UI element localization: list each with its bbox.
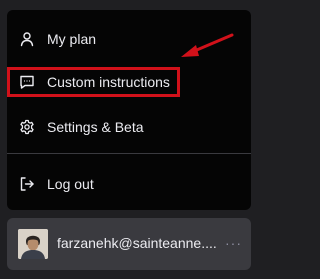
user-email: farzanehk@sainteanne.... [57,235,217,251]
menu-item-settings-beta[interactable]: Settings & Beta [7,107,251,147]
menu-item-log-out[interactable]: Log out [7,164,251,204]
log-out-icon [19,176,35,192]
menu-item-custom-instructions[interactable]: Custom instructions [7,62,251,102]
account-menu-screenshot: My plan Custom instructions Settings & B… [0,0,261,279]
account-menu: My plan Custom instructions Settings & B… [7,10,251,210]
menu-item-my-plan[interactable]: My plan [7,19,251,59]
menu-item-label: Custom instructions [47,74,170,90]
menu-item-label: Log out [47,176,94,192]
menu-divider [7,153,251,154]
avatar [18,229,48,259]
menu-item-label: Settings & Beta [47,119,144,135]
message-square-icon [19,74,35,90]
more-options-icon[interactable]: ··· [225,234,242,252]
user-icon [19,31,35,47]
menu-item-label: My plan [47,31,97,47]
gear-icon [19,119,35,135]
user-account-button[interactable]: farzanehk@sainteanne.... ··· [7,218,251,270]
